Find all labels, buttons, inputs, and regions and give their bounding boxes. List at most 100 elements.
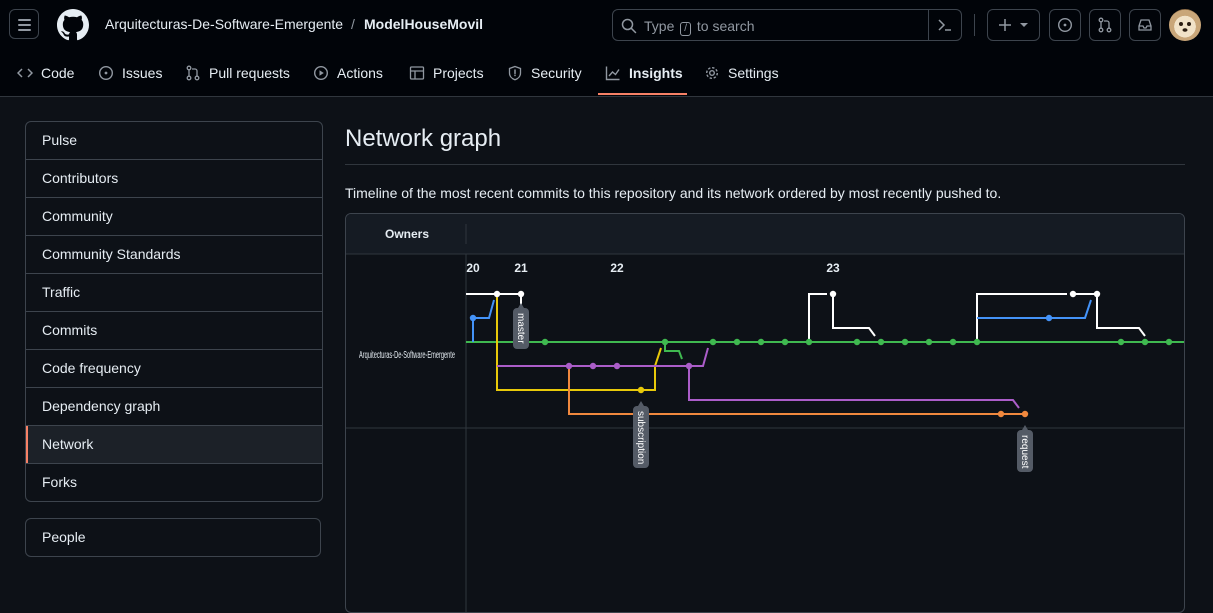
issue-icon <box>1057 17 1073 33</box>
commit-dot[interactable] <box>661 338 669 346</box>
purple-request-line <box>688 366 1020 409</box>
tab-actions[interactable]: Actions <box>313 50 383 96</box>
tab-security[interactable]: Security <box>507 50 582 96</box>
title-divider <box>345 164 1185 165</box>
header-divider <box>974 14 975 36</box>
commit-dot[interactable] <box>1141 338 1149 346</box>
terminal-icon <box>938 19 951 31</box>
commit-dot[interactable] <box>925 338 933 346</box>
tab-issues[interactable]: Issues <box>98 50 162 96</box>
page-description: Timeline of the most recent commits to t… <box>345 185 1002 201</box>
play-icon <box>313 65 329 81</box>
chevron-down-icon <box>1020 23 1028 27</box>
branch-label-subscription[interactable]: subscription <box>633 401 649 468</box>
menu-button[interactable] <box>9 9 39 39</box>
commit-dot[interactable] <box>1021 410 1029 418</box>
inbox-button[interactable] <box>1129 9 1161 41</box>
commit-dot[interactable] <box>613 362 621 370</box>
active-tab-indicator <box>598 93 687 95</box>
sidebar-item-code-frequency[interactable]: Code frequency <box>26 349 322 387</box>
issue-icon <box>98 65 114 81</box>
branch-label-text: subscription <box>635 411 646 464</box>
sidebar-item-traffic[interactable]: Traffic <box>26 273 322 311</box>
blue-branch-line-2 <box>977 299 1092 319</box>
commit-dot[interactable] <box>1045 314 1053 322</box>
avatar[interactable] <box>1169 9 1201 41</box>
sidebar-item-community-standards[interactable]: Community Standards <box>26 235 322 273</box>
commit-dot[interactable] <box>493 290 501 298</box>
sidebar-item-people[interactable]: People <box>25 518 321 557</box>
tab-insights[interactable]: Insights <box>605 50 683 96</box>
pull-requests-button[interactable] <box>1089 9 1121 41</box>
branch-label-text: request <box>1019 435 1030 469</box>
commit-dot[interactable] <box>541 338 549 346</box>
tab-projects[interactable]: Projects <box>409 50 484 96</box>
breadcrumb-separator: / <box>351 16 355 32</box>
commit-dot[interactable] <box>1069 290 1077 298</box>
repo-tabs: Code Issues Pull requests Actions Projec… <box>0 50 1213 97</box>
tab-settings[interactable]: Settings <box>704 50 779 96</box>
sidebar-item-network[interactable]: Network <box>26 425 322 463</box>
commit-dot[interactable] <box>949 338 957 346</box>
tab-pull-requests[interactable]: Pull requests <box>185 50 290 96</box>
sidebar-item-pulse[interactable]: Pulse <box>26 122 322 159</box>
commit-dot[interactable] <box>1117 338 1125 346</box>
github-logo-icon[interactable] <box>57 9 89 41</box>
create-new-button[interactable] <box>987 9 1040 41</box>
insights-sidebar: Pulse Contributors Community Community S… <box>25 121 323 502</box>
plus-icon <box>999 19 1011 31</box>
commit-dot[interactable] <box>997 410 1005 418</box>
breadcrumb-owner[interactable]: Arquitecturas-De-Software-Emergente <box>105 16 343 32</box>
commit-dot[interactable] <box>1093 290 1101 298</box>
commit-dot[interactable] <box>757 338 765 346</box>
issues-button[interactable] <box>1049 9 1081 41</box>
dog-avatar-icon <box>1179 22 1191 32</box>
graph-header-bg <box>346 214 1184 254</box>
code-icon <box>17 68 33 78</box>
network-graph[interactable]: Owners Arquitecturas-De-Software-Emergen… <box>345 213 1185 613</box>
branch-label-request[interactable]: request <box>1017 425 1033 472</box>
owners-header: Owners <box>385 227 429 241</box>
commit-dot[interactable] <box>637 386 645 394</box>
commit-dot[interactable] <box>709 338 717 346</box>
sidebar-item-forks[interactable]: Forks <box>26 463 322 501</box>
commit-dot[interactable] <box>517 290 525 298</box>
green-side-line <box>664 342 683 360</box>
sidebar-item-dependency-graph[interactable]: Dependency graph <box>26 387 322 425</box>
gear-icon <box>705 66 719 80</box>
page-title: Network graph <box>345 125 502 152</box>
command-palette-button[interactable] <box>928 10 961 40</box>
search-icon <box>621 18 637 34</box>
commit-dot[interactable] <box>877 338 885 346</box>
date-label: 23 <box>826 261 840 275</box>
global-header: Arquitecturas-De-Software-Emergente / Mo… <box>0 0 1213 50</box>
commit-dot[interactable] <box>565 362 573 370</box>
commit-dot[interactable] <box>805 338 813 346</box>
commit-dot[interactable] <box>733 338 741 346</box>
tab-code[interactable]: Code <box>17 50 74 96</box>
commit-dot[interactable] <box>685 362 693 370</box>
commit-dot[interactable] <box>973 338 981 346</box>
shield-icon <box>508 65 522 81</box>
commit-dot[interactable] <box>469 314 477 322</box>
branch-label-master[interactable]: master <box>513 303 529 349</box>
commit-dot[interactable] <box>901 338 909 346</box>
purple-merge-line <box>689 347 709 367</box>
yellow-merge-line <box>641 347 662 391</box>
sidebar-item-community[interactable]: Community <box>26 197 322 235</box>
commit-dot[interactable] <box>1165 338 1173 346</box>
commit-dot[interactable] <box>589 362 597 370</box>
blue-branch-line <box>472 299 495 342</box>
sidebar-item-contributors[interactable]: Contributors <box>26 159 322 197</box>
commit-dot[interactable] <box>853 338 861 346</box>
breadcrumb-repo[interactable]: ModelHouseMovil <box>364 16 483 32</box>
pull-request-icon <box>186 65 200 81</box>
commit-dot[interactable] <box>781 338 789 346</box>
sidebar-item-commits[interactable]: Commits <box>26 311 322 349</box>
search-input[interactable]: Type / to search <box>612 9 962 41</box>
date-label: 22 <box>610 261 624 275</box>
commit-dot[interactable] <box>829 290 837 298</box>
blue-commits <box>469 314 1053 322</box>
branch-label-text: master <box>515 313 526 344</box>
white-branch-line-2 <box>808 293 827 342</box>
